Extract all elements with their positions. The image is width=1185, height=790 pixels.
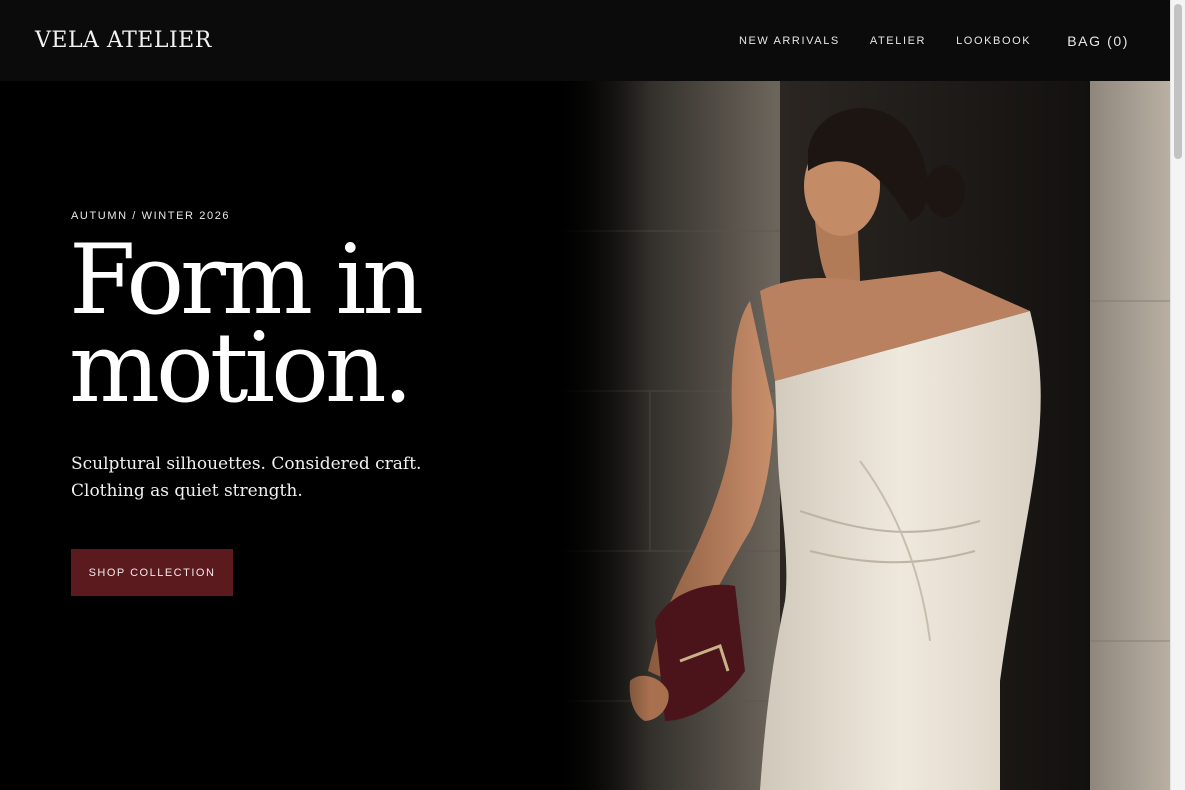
- bag-link[interactable]: BAG (0): [1067, 33, 1129, 49]
- hero-photo-illustration: [560, 81, 1170, 790]
- headline-line-1: Form in: [69, 224, 424, 336]
- subtext-line-1: Sculptural silhouettes. Considered craft…: [71, 454, 422, 474]
- shop-collection-button[interactable]: SHOP COLLECTION: [71, 549, 233, 596]
- season-eyebrow: AUTUMN / WINTER 2026: [71, 210, 231, 222]
- page-scrollbar[interactable]: [1170, 0, 1185, 790]
- headline-line-2: motion.: [69, 312, 413, 424]
- subtext-line-2: Clothing as quiet strength.: [71, 481, 303, 501]
- brand-logo[interactable]: VELA ATELIER: [35, 28, 212, 53]
- hero-image: [560, 81, 1170, 790]
- nav-atelier[interactable]: ATELIER: [870, 35, 926, 47]
- nav-lookbook[interactable]: LOOKBOOK: [956, 35, 1031, 47]
- hero-section: AUTUMN / WINTER 2026 Form in motion. Scu…: [0, 81, 1170, 790]
- scrollbar-thumb[interactable]: [1174, 4, 1182, 159]
- main-nav: NEW ARRIVALS ATELIER LOOKBOOK BAG (0): [709, 33, 1135, 49]
- hero-headline: Form in motion.: [69, 224, 469, 424]
- site-header: VELA ATELIER NEW ARRIVALS ATELIER LOOKBO…: [0, 0, 1170, 81]
- hero-subtext: Sculptural silhouettes. Considered craft…: [71, 451, 431, 505]
- nav-new-arrivals[interactable]: NEW ARRIVALS: [739, 35, 840, 47]
